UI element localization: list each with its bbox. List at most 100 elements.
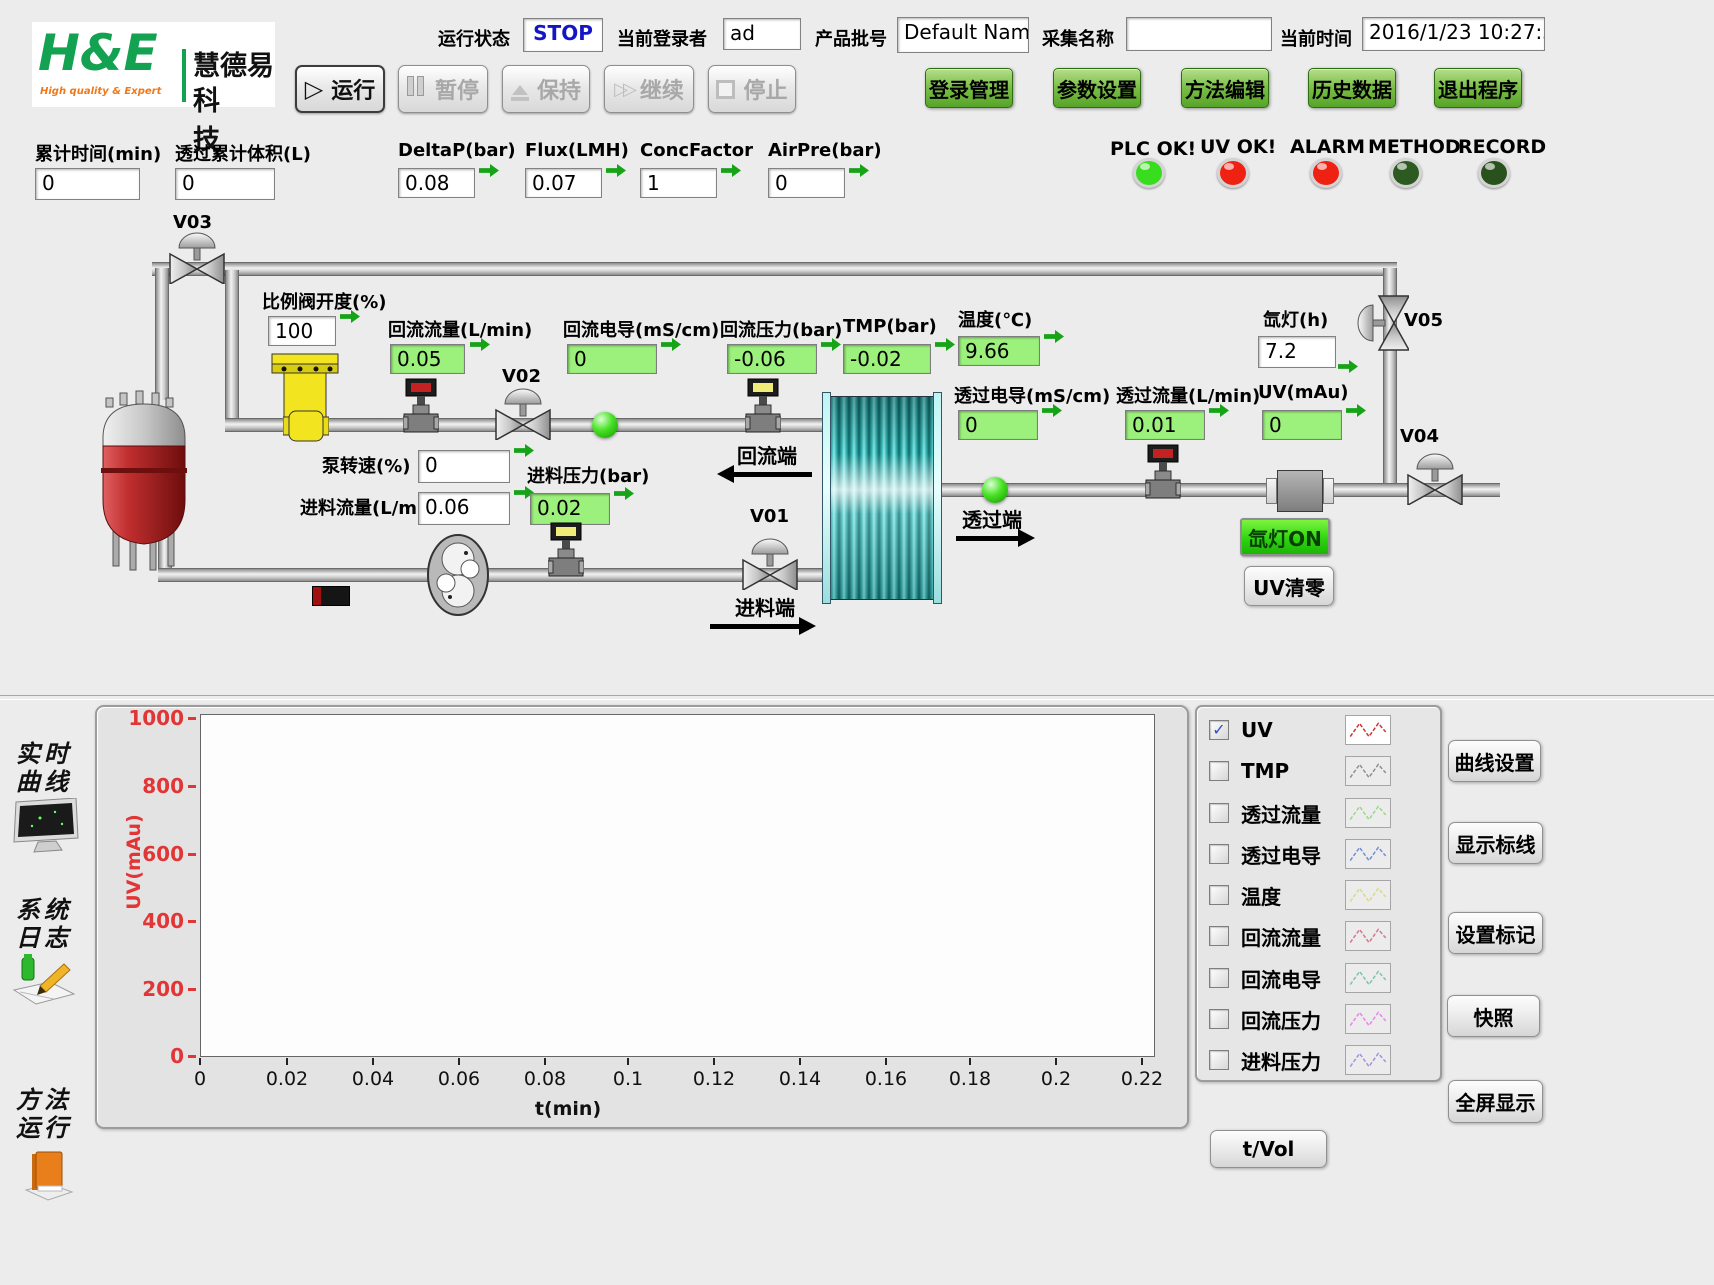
book-icon[interactable] bbox=[20, 1146, 78, 1206]
legend-item-feed-pressure: 进料压力 bbox=[1209, 1045, 1391, 1075]
flag-icon bbox=[849, 164, 869, 177]
left-riser-pipe bbox=[155, 268, 169, 400]
perm-cond-display: 0 bbox=[958, 410, 1038, 440]
sidebar-method-run[interactable]: 方法运行 bbox=[16, 1086, 86, 1141]
legend-item-uv: ✓ UV bbox=[1209, 715, 1391, 745]
stop-button[interactable]: 停止 bbox=[708, 65, 796, 113]
acq-label: 采集名称 bbox=[1042, 25, 1114, 51]
valve-v04-label: V04 bbox=[1400, 426, 1439, 447]
feed-line-sensor-icon bbox=[312, 586, 350, 606]
pause-button[interactable]: 暂停 bbox=[398, 65, 488, 113]
legend-line-sample[interactable] bbox=[1345, 1045, 1391, 1075]
legend-checkbox[interactable] bbox=[1209, 761, 1229, 781]
x-tick-mark bbox=[1141, 1058, 1143, 1065]
run-state-label: 运行状态 bbox=[438, 25, 510, 51]
flag-icon bbox=[1346, 404, 1366, 417]
x-tick-mark bbox=[544, 1058, 546, 1065]
y-tick-mark bbox=[188, 1055, 196, 1058]
run-button[interactable]: ▷ 运行 bbox=[295, 65, 385, 113]
exit-button[interactable]: 退出程序 bbox=[1434, 68, 1522, 108]
x-axis-title: t(min) bbox=[528, 1098, 608, 1120]
concfactor-label: ConcFactor bbox=[640, 140, 753, 161]
legend-checkbox[interactable] bbox=[1209, 844, 1229, 864]
continue-button[interactable]: ▷▷ 继续 bbox=[604, 65, 694, 113]
x-tick-label: 0.1 bbox=[596, 1068, 660, 1090]
legend-checkbox[interactable]: ✓ bbox=[1209, 720, 1229, 740]
legend-line-sample[interactable] bbox=[1345, 921, 1391, 951]
y-tick-label: 200 bbox=[128, 977, 184, 1001]
monitor-icon[interactable] bbox=[10, 798, 82, 856]
legend-item-reflux-flow: 回流流量 bbox=[1209, 921, 1391, 951]
uvok-led-label: UV OK! bbox=[1200, 136, 1276, 158]
legend-line-sample[interactable] bbox=[1345, 715, 1391, 745]
concfactor-field[interactable]: 1 bbox=[640, 168, 717, 198]
uv-cell-flange bbox=[1323, 478, 1334, 504]
legend-checkbox[interactable] bbox=[1209, 968, 1229, 988]
prop-valve-input[interactable]: 100 bbox=[268, 316, 336, 346]
xenon-on-button[interactable]: 氙灯ON bbox=[1240, 518, 1330, 556]
tvol-button[interactable]: t/Vol bbox=[1210, 1130, 1327, 1168]
valve-v05-label: V05 bbox=[1404, 310, 1443, 331]
flag-icon bbox=[1338, 360, 1358, 373]
log-icon[interactable] bbox=[10, 950, 78, 1010]
section-divider bbox=[0, 695, 1714, 700]
legend-checkbox[interactable] bbox=[1209, 885, 1229, 905]
x-tick-mark bbox=[372, 1058, 374, 1065]
show-cursor-button[interactable]: 显示标线 bbox=[1448, 822, 1543, 864]
legend-item-temperature: 温度 bbox=[1209, 880, 1391, 910]
uvok-led bbox=[1217, 158, 1249, 188]
reflux-pressure-sensor-icon bbox=[745, 378, 781, 434]
flag-icon bbox=[514, 444, 534, 457]
fullscreen-button[interactable]: 全屏显示 bbox=[1448, 1080, 1543, 1123]
history-data-button[interactable]: 历史数据 bbox=[1308, 68, 1396, 108]
legend-checkbox[interactable] bbox=[1209, 1050, 1229, 1070]
logo: H&E High quality & Expert 慧德易 科 技 bbox=[32, 22, 275, 107]
reflux-cond-display: 0 bbox=[567, 344, 657, 374]
pump-speed-input[interactable]: 0 bbox=[418, 450, 510, 483]
batch-label: 产品批号 bbox=[815, 25, 887, 51]
valve-v02-icon bbox=[493, 386, 553, 440]
yellow-ball-valve-icon bbox=[283, 406, 329, 446]
login-mgmt-button[interactable]: 登录管理 bbox=[925, 68, 1013, 108]
acq-input[interactable] bbox=[1126, 17, 1272, 51]
airpre-field[interactable]: 0 bbox=[768, 168, 845, 198]
curve-settings-button[interactable]: 曲线设置 bbox=[1448, 740, 1541, 782]
deltap-field[interactable]: 0.08 bbox=[398, 168, 475, 198]
sidebar-system-log[interactable]: 系统日志 bbox=[16, 896, 86, 951]
stop-icon bbox=[716, 80, 735, 99]
method-led bbox=[1390, 158, 1422, 188]
login-user-input[interactable]: ad bbox=[723, 18, 801, 50]
hold-button[interactable]: 保持 bbox=[502, 65, 590, 113]
legend-line-sample[interactable] bbox=[1345, 1004, 1391, 1034]
set-marker-button[interactable]: 设置标记 bbox=[1448, 912, 1543, 954]
legend-checkbox[interactable] bbox=[1209, 803, 1229, 823]
airpre-label: AirPre(bar) bbox=[768, 140, 882, 161]
reflux-status-ball bbox=[592, 412, 618, 438]
flux-label: Flux(LMH) bbox=[525, 140, 629, 161]
x-tick-mark bbox=[713, 1058, 715, 1065]
legend-line-sample[interactable] bbox=[1345, 963, 1391, 993]
method-edit-button[interactable]: 方法编辑 bbox=[1181, 68, 1269, 108]
legend-item-perm-flow: 透过流量 bbox=[1209, 798, 1391, 828]
sidebar-realtime-curve[interactable]: 实时曲线 bbox=[16, 740, 86, 795]
uv-zero-button[interactable]: UV清零 bbox=[1244, 566, 1334, 606]
flux-field[interactable]: 0.07 bbox=[525, 168, 602, 198]
flag-icon bbox=[935, 338, 955, 351]
legend-line-sample[interactable] bbox=[1345, 839, 1391, 869]
legend-checkbox[interactable] bbox=[1209, 926, 1229, 946]
legend-line-sample[interactable] bbox=[1345, 756, 1391, 786]
batch-input[interactable]: Default Name bbox=[897, 17, 1029, 53]
feed-flow-input[interactable]: 0.06 bbox=[418, 492, 510, 525]
snapshot-button[interactable]: 快照 bbox=[1447, 995, 1540, 1037]
plot-area[interactable] bbox=[200, 714, 1155, 1057]
feed-pressure-label: 进料压力(bar) bbox=[527, 462, 649, 488]
legend-checkbox[interactable] bbox=[1209, 1009, 1229, 1029]
legend-line-sample[interactable] bbox=[1345, 798, 1391, 828]
feed-pipe bbox=[158, 568, 830, 582]
legend-line-sample[interactable] bbox=[1345, 880, 1391, 910]
x-tick-label: 0.04 bbox=[341, 1068, 405, 1090]
param-settings-button[interactable]: 参数设置 bbox=[1053, 68, 1141, 108]
fast-forward-icon: ▷▷ bbox=[614, 79, 632, 100]
xenon-hours-label: 氙灯(h) bbox=[1263, 306, 1328, 332]
x-tick-label: 0 bbox=[168, 1068, 232, 1090]
